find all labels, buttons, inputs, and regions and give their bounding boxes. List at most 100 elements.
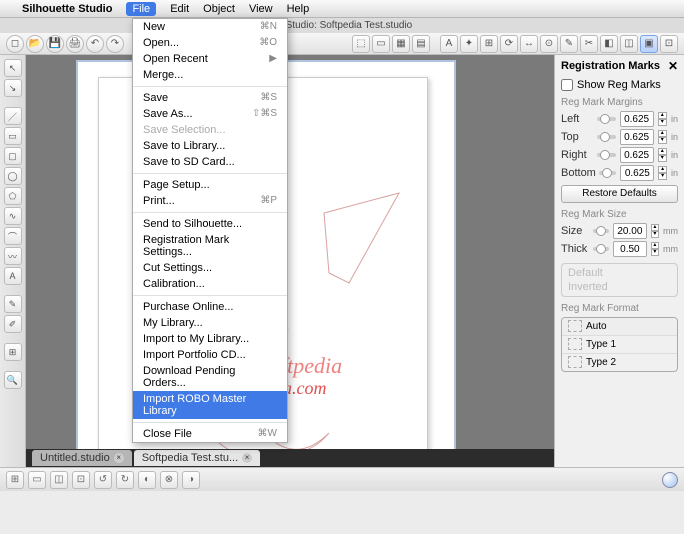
margin-input-bottom[interactable]	[620, 165, 654, 181]
margin-slider[interactable]	[597, 117, 616, 121]
arc-tool[interactable]: ⌒	[4, 227, 22, 245]
ellipse-tool[interactable]: ◯	[4, 167, 22, 185]
menu-item-merge[interactable]: Merge...	[133, 67, 287, 83]
menu-item-my-library[interactable]: My Library...	[133, 315, 287, 331]
size-slider[interactable]	[593, 247, 609, 251]
rectangle-tool[interactable]: ▭	[4, 127, 22, 145]
select-tool[interactable]: ↖	[4, 59, 22, 77]
zoom-tool[interactable]: 🔍	[4, 371, 22, 389]
margin-stepper[interactable]: ▴▾	[658, 112, 667, 126]
size-input-size[interactable]	[613, 223, 647, 239]
tb-icon-10[interactable]: ⊙	[540, 35, 558, 53]
print-button[interactable]: 🖨	[66, 35, 84, 53]
tb-icon-09[interactable]: ↔	[520, 35, 538, 53]
close-icon[interactable]: ×	[114, 453, 124, 463]
save-button[interactable]: 💾	[46, 35, 64, 53]
drawn-shape-1[interactable]	[319, 183, 419, 293]
menu-item-save-to-sd-card[interactable]: Save to SD Card...	[133, 154, 287, 170]
menu-item-purchase-online[interactable]: Purchase Online...	[133, 299, 287, 315]
menu-item-page-setup[interactable]: Page Setup...	[133, 177, 287, 193]
tb-icon-04[interactable]: ▤	[412, 35, 430, 53]
size-stepper[interactable]: ▴▾	[651, 242, 659, 256]
canvas-area[interactable]: test Softpedia dia.com Untitled.studio ×…	[26, 55, 554, 467]
format-auto[interactable]: Auto	[562, 318, 677, 336]
tb-icon-06[interactable]: ✦	[460, 35, 478, 53]
size-slider[interactable]	[593, 229, 609, 233]
margin-input-left[interactable]	[620, 111, 654, 127]
silhouette-orb-icon[interactable]	[662, 472, 678, 488]
menu-file[interactable]: File	[126, 2, 156, 16]
margin-stepper[interactable]: ▴▾	[658, 148, 667, 162]
menu-item-import-to-my-library[interactable]: Import to My Library...	[133, 331, 287, 347]
undo-button[interactable]: ↶	[86, 35, 104, 53]
freehand-tool[interactable]: 〰	[4, 247, 22, 265]
bb-icon-09[interactable]: ◑	[182, 471, 200, 489]
edit-points-tool[interactable]: ↘	[4, 79, 22, 97]
tb-icon-08[interactable]: ⟳	[500, 35, 518, 53]
tb-icon-13[interactable]: ◧	[600, 35, 618, 53]
menu-item-import-robo-master-library[interactable]: Import ROBO Master Library	[133, 391, 287, 419]
menu-item-save-to-library[interactable]: Save to Library...	[133, 138, 287, 154]
line-tool[interactable]: ／	[4, 107, 22, 125]
size-input-thick[interactable]	[613, 241, 647, 257]
draw-note-tool[interactable]: ✎	[4, 295, 22, 313]
tb-icon-07[interactable]: ⊞	[480, 35, 498, 53]
bb-icon-02[interactable]: ▭	[28, 471, 46, 489]
menu-help[interactable]: Help	[287, 3, 310, 15]
margin-stepper[interactable]: ▴▾	[658, 130, 667, 144]
redo-button[interactable]: ↷	[106, 35, 124, 53]
tb-icon-05[interactable]: A	[440, 35, 458, 53]
tb-icon-11[interactable]: ✎	[560, 35, 578, 53]
menu-item-registration-mark-settings[interactable]: Registration Mark Settings...	[133, 232, 287, 260]
show-reg-marks-checkbox[interactable]	[561, 79, 573, 91]
margin-input-top[interactable]	[620, 129, 654, 145]
menu-edit[interactable]: Edit	[170, 3, 189, 15]
tb-icon-12[interactable]: ✂	[580, 35, 598, 53]
menu-item-cut-settings[interactable]: Cut Settings...	[133, 260, 287, 276]
eraser-tool[interactable]: ✐	[4, 315, 22, 333]
tb-icon-03[interactable]: ▦	[392, 35, 410, 53]
restore-defaults-button[interactable]: Restore Defaults	[561, 185, 678, 203]
bb-icon-01[interactable]: ⊞	[6, 471, 24, 489]
margin-slider[interactable]	[597, 135, 616, 139]
margin-slider[interactable]	[597, 153, 616, 157]
menu-item-save[interactable]: Save⌘S	[133, 90, 287, 106]
bb-icon-06[interactable]: ↻	[116, 471, 134, 489]
menu-view[interactable]: View	[249, 3, 273, 15]
panel-close-icon[interactable]: ✕	[668, 59, 678, 73]
tb-icon-14[interactable]: ◫	[620, 35, 638, 53]
menu-item-send-to-silhouette[interactable]: Send to Silhouette...	[133, 216, 287, 232]
format-type1[interactable]: Type 1	[562, 336, 677, 354]
menu-item-close-file[interactable]: Close File⌘W	[133, 426, 287, 442]
menu-item-save-as[interactable]: Save As...⇧⌘S	[133, 106, 287, 122]
size-stepper[interactable]: ▴▾	[651, 224, 659, 238]
doc-tab-untitled[interactable]: Untitled.studio ×	[32, 450, 132, 466]
bb-icon-03[interactable]: ◫	[50, 471, 68, 489]
bb-icon-05[interactable]: ↺	[94, 471, 112, 489]
knife-tool[interactable]: ⊞	[4, 343, 22, 361]
rounded-rect-tool[interactable]: ▢	[4, 147, 22, 165]
close-icon[interactable]: ×	[242, 453, 252, 463]
menu-item-new[interactable]: New⌘N	[133, 19, 287, 35]
tb-icon-16[interactable]: ⊡	[660, 35, 678, 53]
margin-slider[interactable]	[599, 171, 616, 175]
tb-icon-registration[interactable]: ▣	[640, 35, 658, 53]
menu-item-download-pending-orders[interactable]: Download Pending Orders...	[133, 363, 287, 391]
text-tool[interactable]: A	[4, 267, 22, 285]
menu-item-open-recent[interactable]: Open Recent▶	[133, 51, 287, 67]
bb-icon-07[interactable]: ◐	[138, 471, 156, 489]
tb-icon-02[interactable]: ▭	[372, 35, 390, 53]
bb-icon-04[interactable]: ⊡	[72, 471, 90, 489]
doc-tab-softpedia[interactable]: Softpedia Test.stu... ×	[134, 450, 260, 466]
margin-stepper[interactable]: ▴▾	[658, 166, 667, 180]
format-type2[interactable]: Type 2	[562, 354, 677, 371]
margin-input-right[interactable]	[620, 147, 654, 163]
menu-item-calibration[interactable]: Calibration...	[133, 276, 287, 292]
app-name[interactable]: Silhouette Studio	[22, 3, 112, 15]
bb-icon-08[interactable]: ⊗	[160, 471, 178, 489]
menu-object[interactable]: Object	[203, 3, 235, 15]
polygon-tool[interactable]: ⬠	[4, 187, 22, 205]
menu-item-import-portfolio-cd[interactable]: Import Portfolio CD...	[133, 347, 287, 363]
menu-item-print[interactable]: Print...⌘P	[133, 193, 287, 209]
open-doc-button[interactable]: 📂	[26, 35, 44, 53]
